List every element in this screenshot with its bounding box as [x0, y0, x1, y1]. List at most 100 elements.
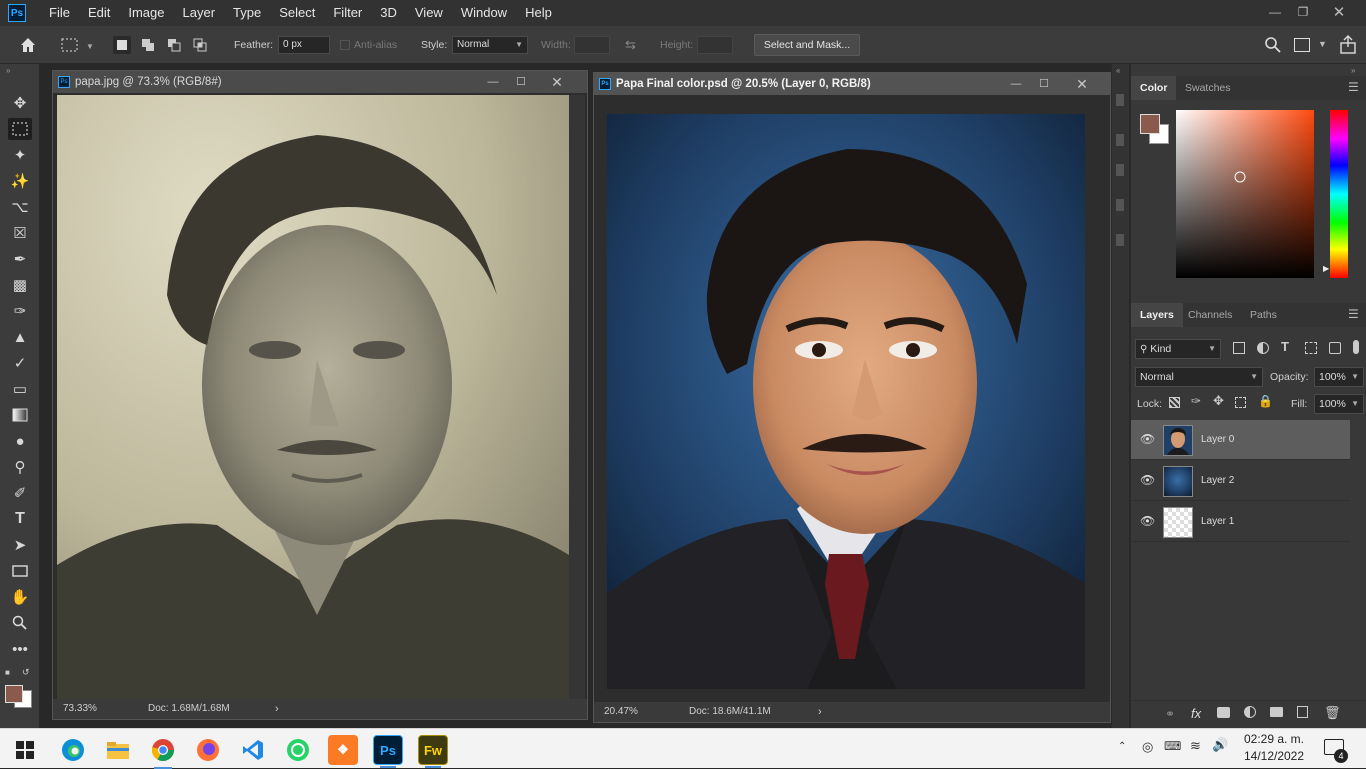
magic-wand-tool-icon[interactable]: ✨	[8, 170, 32, 192]
default-colors-icon[interactable]: ■	[5, 668, 10, 677]
lock-image-icon[interactable]: ✑	[1191, 394, 1201, 408]
wifi-icon[interactable]: ≋	[1190, 738, 1201, 754]
trash-icon[interactable]: 🗑	[1324, 705, 1341, 721]
hand-tool-icon[interactable]: ✋	[8, 586, 32, 608]
eye-icon[interactable]: 👁	[1140, 473, 1155, 487]
link-layers-icon[interactable]: ⚭	[1165, 707, 1175, 721]
menu-layer[interactable]: Layer	[174, 0, 225, 26]
history-brush-tool-icon[interactable]: ✓	[8, 352, 32, 374]
file-explorer-icon[interactable]	[103, 735, 133, 765]
location-icon[interactable]: ◎	[1142, 739, 1153, 755]
photoshop-taskbar-icon[interactable]: Ps	[373, 735, 403, 768]
rectangular-marquee-icon[interactable]	[60, 36, 82, 54]
menu-select[interactable]: Select	[270, 0, 324, 26]
intersect-selection-icon[interactable]	[191, 36, 209, 54]
close-icon[interactable]: ✕	[1068, 73, 1096, 95]
eye-icon[interactable]: 👁	[1140, 432, 1155, 446]
gradient-tool-icon[interactable]	[8, 404, 32, 426]
subtract-from-selection-icon[interactable]	[165, 36, 183, 54]
lock-artboard-icon[interactable]	[1235, 397, 1246, 408]
color-picker-field[interactable]	[1176, 110, 1314, 278]
blend-mode-select[interactable]: Normal ▼	[1135, 367, 1263, 387]
old-photo-canvas[interactable]	[57, 95, 569, 703]
chevron-right-icon[interactable]: ›	[818, 702, 822, 722]
chevron-up-icon[interactable]: ⌃	[1118, 741, 1126, 752]
volume-icon[interactable]: 🔊	[1212, 737, 1228, 753]
home-icon[interactable]	[18, 36, 38, 54]
select-and-mask-button[interactable]: Select and Mask...	[754, 34, 860, 56]
minimize-icon[interactable]: —	[1002, 73, 1030, 95]
blur-tool-icon[interactable]: ●	[8, 430, 32, 452]
xampp-icon[interactable]: ❖	[328, 735, 358, 765]
chevron-down-icon[interactable]: ▼	[86, 42, 94, 51]
share-icon[interactable]	[1338, 35, 1358, 55]
tab-layers[interactable]: Layers	[1131, 303, 1183, 327]
windows-start-icon[interactable]	[10, 735, 40, 765]
menu-type[interactable]: Type	[224, 0, 270, 26]
clone-stamp-tool-icon[interactable]: ▲	[8, 326, 32, 348]
eyedropper-tool-icon[interactable]: ✒	[8, 248, 32, 270]
fireworks-icon[interactable]: Fw	[418, 735, 448, 768]
fx-icon[interactable]: fx	[1191, 706, 1201, 721]
panel-icon[interactable]	[1116, 199, 1124, 211]
fill-input[interactable]: 100% ▼	[1314, 394, 1364, 414]
panel-icon[interactable]	[1116, 94, 1124, 106]
vertical-scrollbar[interactable]	[569, 95, 585, 703]
maximize-icon[interactable]: ☐	[1030, 73, 1058, 95]
menu-filter[interactable]: Filter	[324, 0, 371, 26]
collapse-icon[interactable]: »	[6, 66, 10, 75]
tab-paths[interactable]: Paths	[1241, 303, 1286, 327]
vscode-icon[interactable]	[238, 735, 268, 765]
lock-transparent-icon[interactable]	[1169, 397, 1180, 408]
eraser-tool-icon[interactable]: ▭	[8, 378, 32, 400]
brush-tool-icon[interactable]: ✑	[8, 300, 32, 322]
menu-file[interactable]: File	[40, 0, 79, 26]
path-selection-tool-icon[interactable]: ➤	[8, 534, 32, 556]
add-mask-icon[interactable]	[1217, 707, 1230, 718]
pen-tool-icon[interactable]: ✐	[8, 482, 32, 504]
layer-row-layer-0[interactable]: 👁 Layer 0	[1131, 420, 1350, 460]
tab-channels[interactable]: Channels	[1179, 303, 1241, 327]
collapse-icon[interactable]: «	[1116, 66, 1120, 75]
healing-brush-tool-icon[interactable]: ▩	[8, 274, 32, 296]
hue-slider-handle[interactable]: ▶	[1323, 264, 1329, 273]
menu-help[interactable]: Help	[516, 0, 561, 26]
filter-toggle-icon[interactable]	[1353, 340, 1359, 354]
panel-icon[interactable]	[1116, 164, 1124, 176]
eye-icon[interactable]: 👁	[1140, 514, 1155, 528]
firefox-icon[interactable]	[193, 735, 223, 765]
menu-window[interactable]: Window	[452, 0, 516, 26]
swap-colors-icon[interactable]: ↺	[22, 667, 30, 678]
smart-object-filter-icon[interactable]	[1329, 342, 1341, 354]
menu-image[interactable]: Image	[119, 0, 173, 26]
new-layer-icon[interactable]	[1297, 706, 1308, 718]
style-select[interactable]: Normal ▼	[452, 36, 528, 54]
search-icon[interactable]	[1264, 36, 1282, 54]
type-filter-icon[interactable]: T	[1281, 339, 1289, 354]
chevron-down-icon[interactable]: ▼	[1318, 39, 1327, 49]
chevron-right-icon[interactable]: ›	[275, 699, 279, 719]
restored-photo-canvas[interactable]	[607, 114, 1085, 689]
zoom-tool-icon[interactable]	[8, 612, 32, 634]
clock-date[interactable]: 14/12/2022	[1240, 749, 1308, 763]
feather-input[interactable]: 0 px	[278, 36, 330, 54]
panel-menu-icon[interactable]: ☰	[1348, 307, 1359, 321]
foreground-color-swatch[interactable]	[5, 685, 23, 703]
marquee-tool-icon[interactable]	[8, 118, 32, 140]
layer-row-layer-2[interactable]: 👁 Layer 2	[1131, 461, 1350, 501]
dodge-tool-icon[interactable]: ⚲	[8, 456, 32, 478]
lock-position-icon[interactable]: ✥	[1213, 393, 1224, 409]
height-input[interactable]	[697, 36, 733, 54]
whatsapp-icon[interactable]	[283, 735, 313, 765]
opacity-input[interactable]: 100% ▼	[1314, 367, 1364, 387]
new-adjustment-icon[interactable]	[1244, 706, 1256, 718]
panel-menu-icon[interactable]: ☰	[1348, 80, 1359, 94]
adjustment-filter-icon[interactable]	[1257, 342, 1269, 354]
maximize-icon[interactable]: ☐	[507, 71, 535, 93]
tab-swatches[interactable]: Swatches	[1176, 76, 1240, 100]
shape-filter-icon[interactable]	[1305, 342, 1317, 354]
clock-time[interactable]: 02:29 a. m.	[1240, 732, 1308, 746]
crop-tool-icon[interactable]: ⌥	[8, 196, 32, 218]
restore-icon[interactable]: ❐	[1286, 0, 1320, 24]
tab-color[interactable]: Color	[1131, 76, 1177, 100]
